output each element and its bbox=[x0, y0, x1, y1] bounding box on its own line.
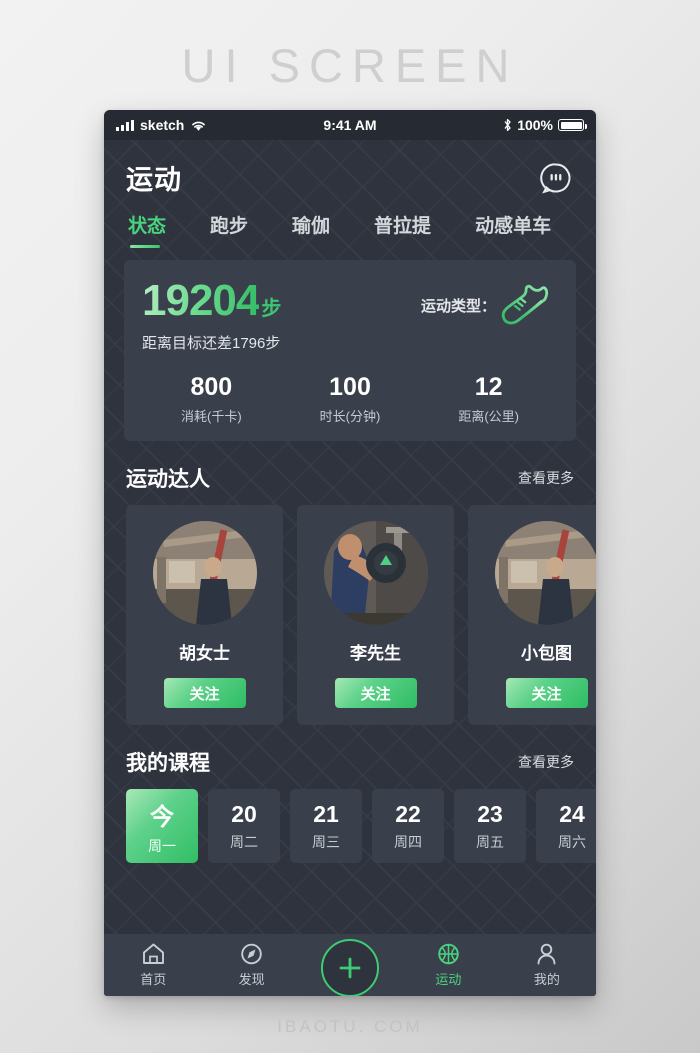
tab-yoga[interactable]: 瑜伽 bbox=[292, 211, 330, 248]
athlete-name: 胡女士 bbox=[179, 644, 230, 663]
calendar-day-number: 22 bbox=[395, 800, 421, 827]
section-title-courses: 我的课程 bbox=[126, 752, 210, 775]
nav-item-profile[interactable]: 我的 bbox=[498, 942, 596, 988]
message-bubble-icon[interactable] bbox=[538, 160, 574, 196]
status-bar-left: sketch bbox=[116, 117, 207, 133]
calendar-day[interactable]: 23 周五 bbox=[454, 789, 526, 863]
plus-icon bbox=[339, 957, 361, 979]
metric-label: 时长(分钟) bbox=[319, 409, 381, 424]
activity-summary-card: 19204 步 距离目标还差1796步 运动类型： 800 消耗(千卡) 100… bbox=[124, 260, 576, 441]
athlete-card[interactable]: 小包图 关注 bbox=[468, 505, 596, 725]
metric-distance: 12 距离(公里) bbox=[419, 373, 558, 425]
athlete-card[interactable]: 胡女士 关注 bbox=[126, 505, 283, 725]
follow-button[interactable]: 关注 bbox=[505, 678, 588, 708]
nav-item-discover[interactable]: 发现 bbox=[202, 942, 300, 988]
metric-value: 12 bbox=[474, 373, 503, 401]
nav-label: 发现 bbox=[238, 972, 265, 987]
page-title: 运动 bbox=[126, 165, 182, 195]
calendar-day[interactable]: 21 周三 bbox=[290, 789, 362, 863]
status-bar: sketch 9:41 AM 100% bbox=[104, 110, 596, 140]
battery-full-icon bbox=[558, 119, 587, 131]
calendar-day-weekday: 周一 bbox=[148, 837, 176, 854]
add-activity-button[interactable] bbox=[321, 939, 380, 996]
page-watermark-footer: IBAOTU. COM bbox=[277, 1017, 423, 1036]
calendar-day-weekday: 周三 bbox=[312, 833, 340, 850]
steps-goal-text: 距离目标还差1796步 bbox=[142, 335, 281, 352]
section-title-athletes: 运动达人 bbox=[126, 468, 210, 491]
steps-count: 19204 bbox=[142, 276, 260, 325]
tab-spinning[interactable]: 动感单车 bbox=[475, 211, 551, 248]
person-icon bbox=[537, 943, 556, 965]
steps-unit-label: 步 bbox=[261, 298, 282, 320]
calendar-day-weekday: 周六 bbox=[558, 833, 586, 850]
activity-type-label: 运动类型： bbox=[420, 297, 496, 315]
calendar-day-weekday: 周二 bbox=[230, 833, 258, 850]
calendar-day-weekday: 周四 bbox=[394, 833, 422, 850]
steps-line: 19204 步 bbox=[142, 276, 281, 326]
battery-percent-label: 100% bbox=[517, 117, 553, 133]
basketball-icon bbox=[438, 943, 459, 965]
activity-type-block: 运动类型： bbox=[421, 276, 558, 328]
metric-value: 800 bbox=[190, 373, 233, 401]
avatar bbox=[323, 521, 428, 625]
courses-view-more-link[interactable]: 查看更多 bbox=[518, 752, 574, 772]
calendar-day[interactable]: 22 周四 bbox=[372, 789, 444, 863]
calendar-day[interactable]: 20 周二 bbox=[208, 789, 280, 863]
home-icon bbox=[142, 943, 164, 964]
athlete-name: 李先生 bbox=[350, 644, 401, 663]
athletes-section-header: 运动达人 查看更多 bbox=[104, 441, 596, 505]
calendar-day[interactable]: 24 周六 bbox=[536, 789, 596, 863]
nav-label: 我的 bbox=[533, 972, 560, 987]
running-shoe-icon bbox=[501, 284, 549, 325]
compass-icon bbox=[241, 943, 262, 965]
calendar-day-today[interactable]: 今 周一 bbox=[126, 789, 198, 863]
bottom-navigation-bar: 首页 发现 运动 我的 bbox=[104, 934, 596, 996]
signal-bars-icon bbox=[116, 119, 134, 131]
calendar-day-number: 23 bbox=[477, 800, 503, 827]
nav-label: 首页 bbox=[140, 972, 167, 987]
athletes-view-more-link[interactable]: 查看更多 bbox=[518, 468, 574, 488]
app-header: 运动 bbox=[104, 140, 596, 197]
phone-mockup: sketch 9:41 AM 100% 运动 状态 跑步 瑜伽 普拉提 动感单车… bbox=[104, 110, 596, 996]
category-tabs[interactable]: 状态 跑步 瑜伽 普拉提 动感单车 bbox=[104, 197, 596, 248]
athletes-carousel[interactable]: 胡女士 关注 李先生 关注 小包图 关注 bbox=[104, 505, 596, 725]
metric-value: 100 bbox=[329, 373, 371, 401]
avatar bbox=[152, 521, 257, 625]
carrier-label: sketch bbox=[140, 117, 185, 133]
calendar-day-weekday: 周五 bbox=[476, 833, 504, 850]
metrics-row: 800 消耗(千卡) 100 时长(分钟) 12 距离(公里) bbox=[142, 373, 558, 425]
metric-calories: 800 消耗(千卡) bbox=[142, 373, 281, 425]
metric-duration: 100 时长(分钟) bbox=[281, 373, 420, 425]
steps-block: 19204 步 距离目标还差1796步 bbox=[142, 276, 281, 353]
nav-label: 运动 bbox=[435, 972, 462, 987]
nav-item-sports[interactable]: 运动 bbox=[399, 942, 497, 988]
metric-label: 距离(公里) bbox=[458, 409, 520, 424]
wifi-icon bbox=[192, 121, 206, 131]
athlete-card[interactable]: 李先生 关注 bbox=[297, 505, 454, 725]
calendar-day-number: 24 bbox=[559, 800, 585, 827]
nav-item-home[interactable]: 首页 bbox=[104, 942, 202, 988]
follow-button[interactable]: 关注 bbox=[334, 678, 417, 708]
calendar-day-number: 20 bbox=[231, 800, 257, 827]
follow-button[interactable]: 关注 bbox=[163, 678, 246, 708]
courses-section-header: 我的课程 查看更多 bbox=[104, 725, 596, 789]
page-watermark-title: UI SCREEN bbox=[181, 39, 519, 92]
main-content: 19204 步 距离目标还差1796步 运动类型： 800 消耗(千卡) 100… bbox=[104, 248, 596, 934]
metric-label: 消耗(千卡) bbox=[181, 409, 242, 424]
bluetooth-icon bbox=[504, 118, 511, 132]
status-bar-right: 100% bbox=[503, 117, 587, 133]
athlete-name: 小包图 bbox=[521, 644, 572, 663]
tab-status[interactable]: 状态 bbox=[128, 211, 166, 248]
calendar-day-number: 21 bbox=[313, 800, 339, 827]
summary-top-row: 19204 步 距离目标还差1796步 运动类型： bbox=[142, 276, 558, 353]
course-calendar-strip[interactable]: 今 周一 20 周二 21 周三 22 周四 23 周五 24 周六 bbox=[104, 789, 596, 863]
tab-running[interactable]: 跑步 bbox=[210, 211, 248, 248]
calendar-day-number: 今 bbox=[150, 803, 174, 831]
avatar bbox=[494, 521, 596, 625]
tab-pilates[interactable]: 普拉提 bbox=[374, 211, 431, 248]
